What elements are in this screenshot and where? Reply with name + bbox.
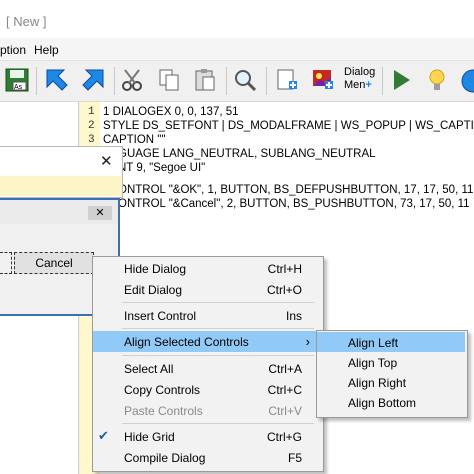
menu-separator [122,423,314,424]
menu-item-label: Edit Dialog [124,283,183,297]
menu-item-shortcut: Ctrl+V [268,404,302,418]
new-file-icon[interactable] [272,65,302,95]
checkmark-icon: ✔ [98,428,109,443]
menu-label: Men [344,79,366,91]
cancel-button[interactable]: Cancel [14,252,94,274]
submenu-item-label: Align Right [348,376,407,390]
close-icon[interactable]: ✕ [88,206,112,220]
paste-icon[interactable] [190,65,220,95]
menu-item-label: Hide Grid [124,430,175,444]
line-number: 3 [88,134,95,146]
menu-item-shortcut: Ctrl+H [267,262,302,276]
dialog-preview-body [0,176,122,196]
menu-item-shortcut: Ctrl+O [266,283,302,297]
submenu-item-label: Align Bottom [348,396,417,410]
selected-ok-button[interactable] [0,252,12,274]
menu-item-shortcut: Ctrl+C [267,383,302,397]
menu-separator [122,355,314,356]
save-as-icon[interactable]: As [2,65,32,95]
toolbar-separator [226,67,227,95]
menu-separator [122,328,314,329]
close-icon[interactable]: ✕ [100,152,113,170]
menu-item-shortcut: Ctrl+A [268,362,302,376]
submenu-item-label: Align Left [348,336,399,350]
menu-bar [0,38,474,61]
svg-text:As: As [14,84,23,91]
arrow-up-left-icon[interactable] [42,65,72,95]
image-add-icon[interactable] [308,65,338,95]
run-icon[interactable] [386,65,416,95]
lightbulb-icon[interactable] [422,65,452,95]
title-bar [0,0,474,38]
code-line: CAPTION "" [103,134,166,146]
menu-item-shortcut: Ctrl+G [266,430,302,444]
code-line: GUAGE LANG_NEUTRAL, SUBLANG_NEUTRAL [118,148,376,160]
menu-item-label: Align Selected Controls [124,335,249,349]
menu-help[interactable]: Help [34,43,59,57]
arrow-up-right-icon[interactable] [78,65,108,95]
submenu-item-label: Align Top [348,356,398,370]
code-line: ONTROL "&Cancel", 2, BUTTON, BS_PUSHBUTT… [118,198,470,210]
menu-option[interactable]: ption [0,43,26,57]
cut-icon[interactable] [118,65,148,95]
search-icon[interactable] [230,65,260,95]
menu-item-label: Hide Dialog [124,262,187,276]
code-line: 1 DIALOGEX 0, 0, 137, 51 [103,106,239,118]
menu-separator [122,302,314,303]
menu-item-label: Select All [124,362,174,376]
menu-item-shortcut: F5 [287,451,302,465]
menu-item-label: Insert Control [124,309,197,323]
dialog-menu-button[interactable]: Dialog Men+ [344,66,378,96]
toolbar-separator [114,67,115,95]
window-title: [ New ] [6,14,47,29]
toolbar-separator [36,67,37,95]
code-line: STYLE DS_SETFONT | DS_MODALFRAME | WS_PO… [103,120,474,132]
chevron-right-icon: › [305,334,310,349]
help-icon[interactable] [460,67,474,95]
menu-item-label: Compile Dialog [124,451,206,465]
plus-icon: + [365,79,372,91]
dialog-label: Dialog [344,66,376,78]
line-number: 2 [88,120,95,132]
toolbar-separator [382,67,383,95]
menu-item-shortcut: Ins [285,309,302,323]
menu-item-label: Copy Controls [124,383,201,397]
copy-icon[interactable] [154,65,184,95]
toolbar-separator [266,67,267,95]
code-line: ONTROL "&OK", 1, BUTTON, BS_DEFPUSHBUTTO… [118,184,474,196]
code-line: NT 9, "Segoe UI" [118,162,206,174]
menu-item-label: Paste Controls [124,404,203,418]
line-number: 1 [88,106,95,118]
